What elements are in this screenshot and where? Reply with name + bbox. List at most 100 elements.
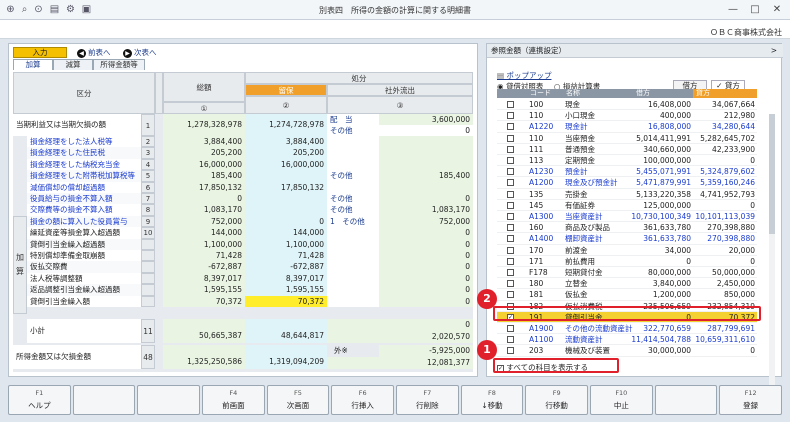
- row-checkbox[interactable]: [507, 347, 514, 355]
- cell-ryuho[interactable]: 0: [245, 215, 327, 228]
- cell-shagai[interactable]: [379, 136, 473, 148]
- function-key-11[interactable]: [654, 385, 718, 415]
- cell-total[interactable]: 1,595,155: [163, 284, 245, 296]
- row-checkbox[interactable]: [507, 235, 514, 243]
- cell-ryuho[interactable]: 205,200: [245, 147, 327, 159]
- reference-row[interactable]: 100 現金 16,408,000 34,067,664: [497, 99, 757, 111]
- scroll-thumb[interactable]: [769, 114, 775, 234]
- cell-total[interactable]: 1,100,000: [163, 238, 245, 250]
- cell-total[interactable]: 8,397,017: [163, 272, 245, 285]
- cell-shagai[interactable]: [379, 181, 473, 193]
- function-key-4[interactable]: F4 前画面: [202, 385, 265, 415]
- reference-row[interactable]: 113 定期預金 100,000,000 0: [497, 155, 757, 167]
- input-button[interactable]: 入力: [13, 47, 67, 58]
- cell-total[interactable]: 1,083,170: [163, 204, 245, 216]
- cell-total[interactable]: -672,887: [163, 261, 245, 273]
- cell-total[interactable]: 17,850,132: [163, 181, 245, 193]
- reference-row[interactable]: 110 小口現金 400,000 212,980: [497, 110, 757, 122]
- reference-row[interactable]: 170 前渡金 34,000 20,000: [497, 245, 757, 256]
- cell-total[interactable]: 70,372: [163, 295, 245, 307]
- cell-ryuho[interactable]: 144,000: [245, 227, 327, 239]
- tab-shotoku[interactable]: 所得金額等: [93, 59, 145, 70]
- reference-row[interactable]: 180 立替金 3,840,000 2,450,000: [497, 278, 757, 290]
- row-checkbox[interactable]: [507, 213, 514, 220]
- cell-shagai[interactable]: 0: [379, 193, 473, 205]
- cell-ryuho[interactable]: 1,274,728,978: [245, 114, 327, 136]
- function-key-7[interactable]: F7 行削除: [396, 385, 459, 415]
- next-table-link[interactable]: ▶ 次表へ: [123, 47, 157, 58]
- reference-row[interactable]: A1400 棚卸資産計 361,633,780 270,398,880: [497, 233, 757, 245]
- reference-row[interactable]: A1200 現金及び預金計 5,471,879,991 5,359,160,24…: [497, 177, 757, 189]
- reference-row[interactable]: 181 仮払金 1,200,000 850,000: [497, 289, 757, 301]
- function-key-9[interactable]: F9 行移動: [525, 385, 588, 415]
- tab-gensan[interactable]: 減算: [53, 59, 93, 70]
- reference-row[interactable]: A1100 流動資産計 11,414,504,788 10,659,311,61…: [497, 334, 757, 346]
- minimize-icon[interactable]: —: [722, 2, 744, 18]
- row-checkbox[interactable]: [507, 246, 514, 254]
- row-checkbox[interactable]: [507, 190, 514, 198]
- row-checkbox[interactable]: [507, 101, 514, 108]
- popup-link[interactable]: ▤ ポップアップ: [497, 70, 551, 81]
- function-key-3[interactable]: [137, 385, 200, 415]
- reference-row[interactable]: 111 普通預金 340,660,000 42,233,900: [497, 144, 757, 155]
- function-key-1[interactable]: F1 ヘルプ: [8, 385, 71, 415]
- cell-shagai[interactable]: 0: [379, 227, 473, 239]
- cell-shagai[interactable]: [379, 147, 473, 159]
- function-key-12[interactable]: F12 登録: [719, 385, 782, 415]
- function-key-6[interactable]: F6 行挿入: [331, 385, 394, 415]
- cell-shagai[interactable]: 0: [379, 272, 473, 285]
- collapse-icon[interactable]: >: [771, 44, 777, 58]
- row-checkbox[interactable]: [507, 269, 514, 276]
- cell-ryuho[interactable]: [245, 204, 327, 216]
- reference-row[interactable]: 171 前払費用 0 0: [497, 256, 757, 267]
- cell-ryuho[interactable]: 17,850,132: [245, 181, 327, 193]
- cell-shagai2[interactable]: 0: [379, 125, 473, 136]
- row-checkbox[interactable]: [507, 123, 514, 131]
- cell-ryuho[interactable]: 70,372: [245, 295, 327, 307]
- cell-total[interactable]: 752,000: [163, 215, 245, 228]
- cell-ryuho[interactable]: 8,397,017: [245, 272, 327, 285]
- cell-shagai[interactable]: 0: [379, 261, 473, 273]
- reference-row[interactable]: F178 短期貸付金 80,000,000 50,000,000: [497, 267, 757, 279]
- row-checkbox[interactable]: [507, 112, 514, 120]
- cell-ryuho[interactable]: -672,887: [245, 261, 327, 273]
- function-key-8[interactable]: F8 ↓移動: [460, 385, 524, 415]
- cell-ryuho[interactable]: 3,884,400: [245, 136, 327, 148]
- tab-kasan[interactable]: 加算: [13, 59, 53, 70]
- cell-shagai[interactable]: 0: [379, 295, 473, 307]
- reference-row[interactable]: 110 当座預金 5,014,411,991 5,282,645,702: [497, 133, 757, 144]
- reference-row[interactable]: A1900 その他の流動資産計 322,770,659 287,799,691: [497, 323, 757, 335]
- cell-shagai[interactable]: 1,083,170: [379, 204, 473, 216]
- cell-ryuho[interactable]: 71,428: [245, 250, 327, 262]
- reference-row[interactable]: 203 機械及び装置 30,000,000 0: [497, 345, 757, 357]
- row-checkbox[interactable]: [507, 145, 514, 153]
- reference-row[interactable]: 160 商品及び製品 361,633,780 270,398,880: [497, 222, 757, 234]
- row-checkbox[interactable]: [507, 280, 514, 288]
- row-checkbox[interactable]: [507, 325, 514, 332]
- row-checkbox[interactable]: [507, 291, 514, 299]
- cell-ryuho[interactable]: 1,595,155: [245, 284, 327, 296]
- row-checkbox[interactable]: [507, 134, 514, 142]
- maximize-icon[interactable]: □: [744, 2, 766, 18]
- cell-total[interactable]: 144,000: [163, 227, 245, 239]
- cell-ryuho[interactable]: [245, 193, 327, 205]
- function-key-2[interactable]: [72, 385, 136, 415]
- function-key-10[interactable]: F10 中止: [590, 385, 653, 415]
- cell-total[interactable]: 71,428: [163, 250, 245, 262]
- function-key-5[interactable]: F5 次画面: [266, 385, 330, 415]
- cell-shagai[interactable]: [379, 158, 473, 171]
- row-checkbox[interactable]: [507, 168, 514, 176]
- close-icon[interactable]: ✕: [766, 2, 788, 18]
- cell-shagai[interactable]: 185,400: [379, 170, 473, 182]
- reference-scrollbar[interactable]: [769, 114, 775, 390]
- cell-ryuho[interactable]: 1,100,000: [245, 238, 327, 250]
- cell-shagai[interactable]: 0: [379, 250, 473, 262]
- cell-total[interactable]: 16,000,000: [163, 158, 245, 171]
- row-checkbox[interactable]: [507, 224, 514, 232]
- reference-row[interactable]: A1300 当座資産計 10,730,100,349 10,101,113,03…: [497, 211, 757, 223]
- row-checkbox[interactable]: [507, 336, 514, 344]
- reference-row[interactable]: A1220 現金計 16,808,000 34,280,644: [497, 121, 757, 133]
- reference-row[interactable]: 135 売掛金 5,133,220,358 4,741,952,793: [497, 189, 757, 200]
- cell-total[interactable]: 1,278,328,978: [163, 114, 245, 136]
- cell-ryuho[interactable]: [245, 170, 327, 182]
